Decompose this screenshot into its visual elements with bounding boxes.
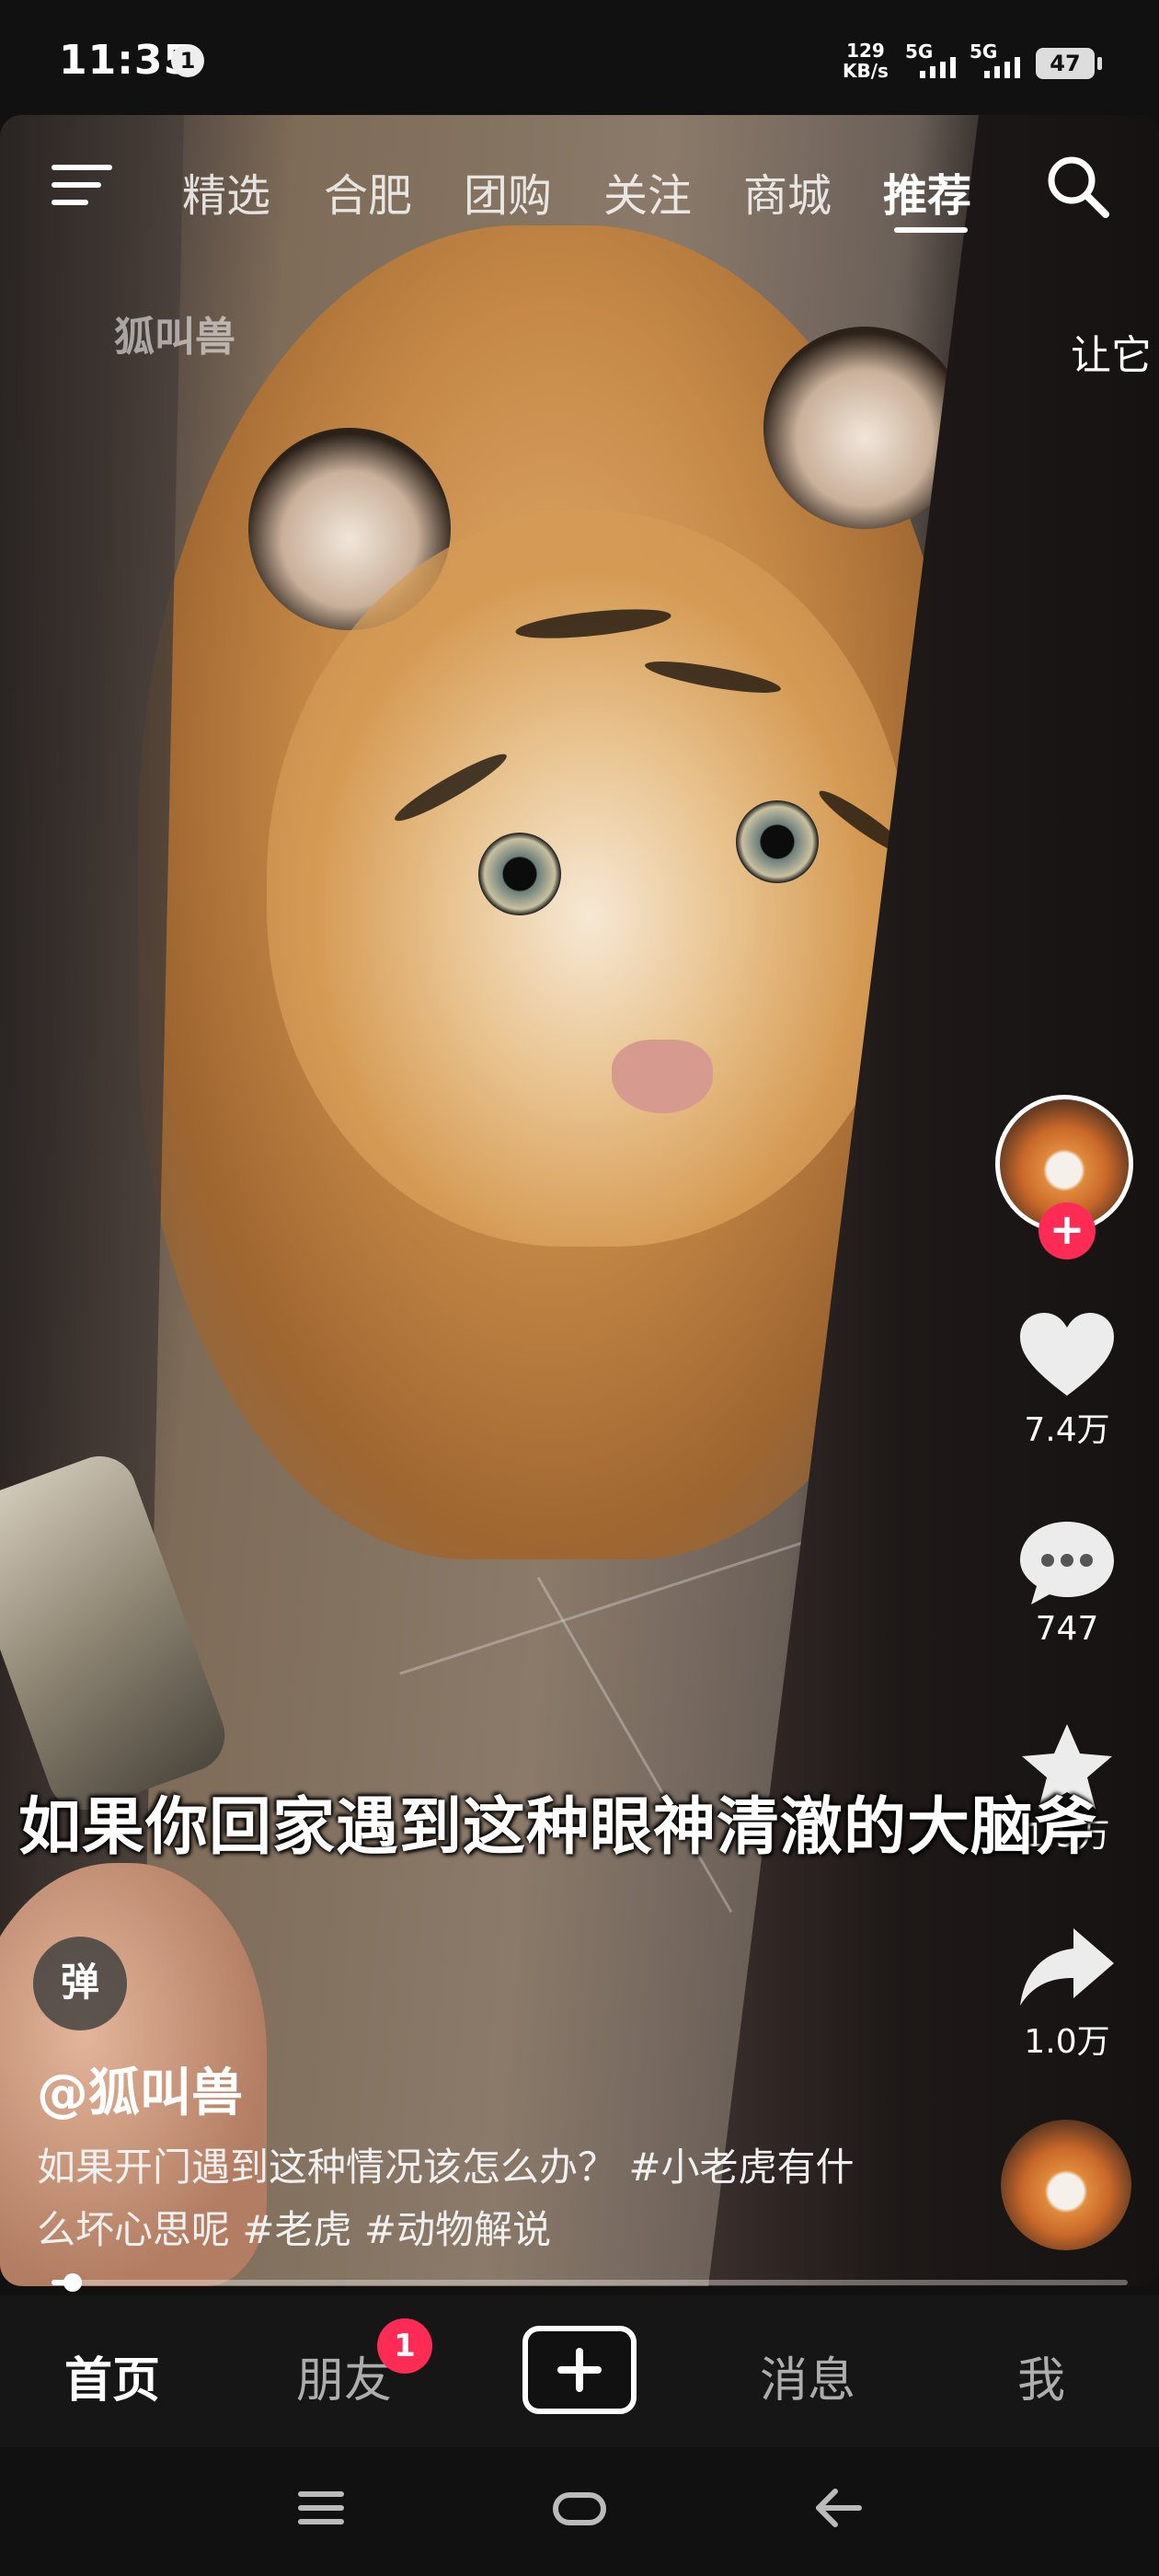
status-bar: 11:35 1 129 KB/s 5G 5G 47 [0,0,1159,115]
like-count: 7.4万 [1024,1411,1110,1449]
video-frame-eye-right [736,800,819,883]
video-frame-nose [612,1040,713,1113]
recent-apps-icon[interactable] [294,2486,350,2530]
network-speed: 129 KB/s [843,40,889,81]
search-icon[interactable] [1043,152,1111,220]
share-icon [1020,1928,1114,2006]
tab-following[interactable]: 关注 [603,159,692,224]
battery-icon: 47 [1036,48,1102,79]
video-watermark: 狐叫兽 [114,314,235,361]
follow-plus-icon[interactable]: + [1039,1202,1096,1259]
back-icon[interactable] [809,2486,865,2530]
tab-featured[interactable]: 精选 [182,159,270,224]
video-progress-bar[interactable] [52,2273,1128,2292]
video-frame-eye-left [478,833,561,915]
like-button[interactable]: 7.4万 [993,1311,1141,1451]
signal-bars-2-icon [984,57,1020,78]
system-nav-bar [0,2447,1159,2576]
side-overlay-text: 让它 [1071,332,1152,379]
tab-recommended[interactable]: 推荐 [883,159,971,224]
comment-icon [1020,1522,1114,1604]
music-disc-avatar[interactable] [1001,2120,1131,2250]
share-button[interactable]: 1.0万 [993,1923,1141,2063]
create-button[interactable] [522,2326,637,2414]
video-player[interactable]: 狐叫兽 [0,115,1159,2286]
signal-bars-1-icon [920,57,956,78]
comment-count: 747 [1035,1610,1099,1648]
friends-badge: 1 [377,2318,432,2374]
nav-me[interactable]: 我 [1017,2341,1065,2410]
plus-icon [557,2348,602,2392]
notification-count-icon: 1 [171,44,204,77]
network-speed-value: 129 [846,40,885,62]
network-speed-unit: KB/s [843,60,889,82]
author-name[interactable]: @狐叫兽 [37,2052,243,2126]
home-system-icon[interactable] [552,2486,607,2530]
nav-messages[interactable]: 消息 [760,2341,855,2410]
top-nav: 精选 合肥 团购 关注 商城 推荐 [0,115,1159,262]
heart-icon [1020,1313,1114,1396]
tab-hefei[interactable]: 合肥 [324,159,412,224]
nav-home[interactable]: 首页 [64,2341,160,2410]
post-caption[interactable]: 如果开门遇到这种情况该怎么办？ #小老虎有什么坏心思呢 #老虎 #动物解说 [37,2136,865,2261]
active-tab-indicator [894,227,968,233]
video-subtitle: 如果你回家遇到这种眼神清澈的大脑斧 [18,1791,1098,1864]
share-count: 1.0万 [1024,2023,1110,2061]
video-progress-handle[interactable] [63,2273,83,2292]
menu-icon[interactable] [52,159,112,211]
danmu-toggle-button[interactable]: 弹 [33,1937,127,2030]
tab-mall[interactable]: 商城 [743,159,832,224]
comment-button[interactable]: 747 [993,1518,1141,1648]
tab-group-buy[interactable]: 团购 [464,159,552,224]
